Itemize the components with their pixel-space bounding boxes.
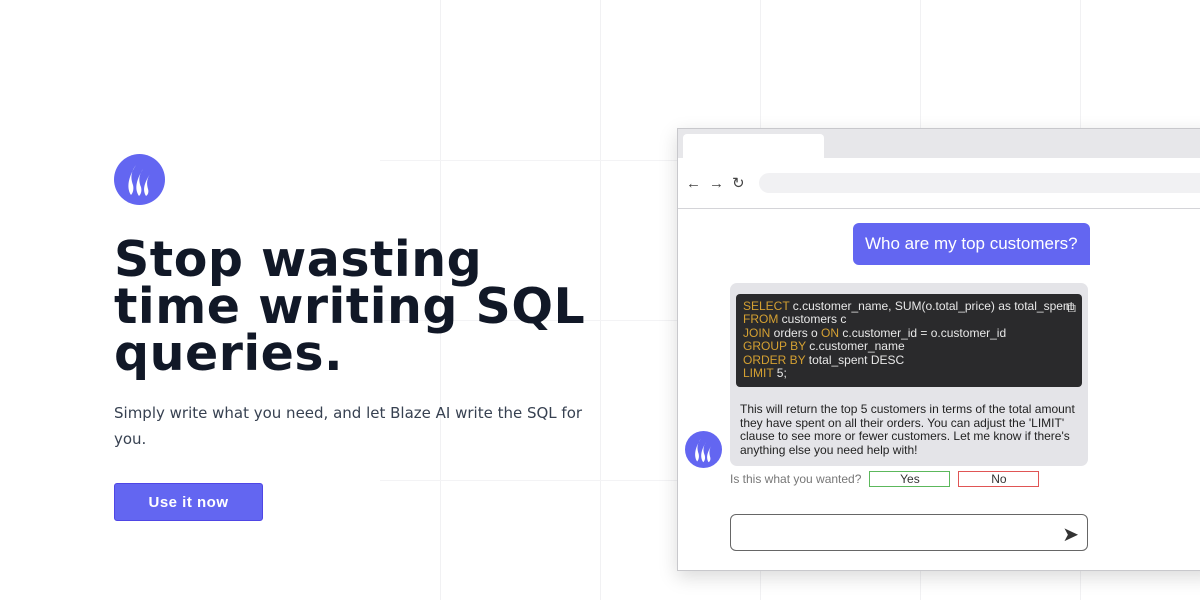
sql-code-block: SELECT c.customer_name, SUM(o.total_pric… bbox=[736, 294, 1082, 387]
hero-subtitle: Simply write what you need, and let Blaz… bbox=[114, 404, 583, 448]
grid-line bbox=[380, 480, 680, 481]
answer-text: This will return the top 5 customers in … bbox=[740, 402, 1075, 457]
address-bar[interactable] bbox=[758, 173, 1200, 193]
feedback-prompt: Is this what you wanted? bbox=[730, 472, 862, 486]
forward-icon[interactable]: → bbox=[709, 175, 724, 192]
browser-window: ← → ↻ Who are my top customers? SELECT c… bbox=[677, 128, 1200, 571]
feedback-row: Is this what you wanted? Yes No bbox=[730, 471, 1040, 487]
assistant-message: SELECT c.customer_name, SUM(o.total_pric… bbox=[730, 283, 1088, 466]
no-button[interactable]: No bbox=[958, 471, 1040, 487]
hero-title: Stop wasting time writing SQL queries. bbox=[114, 231, 586, 382]
use-it-now-button[interactable]: Use it now bbox=[114, 483, 263, 521]
flame-icon bbox=[694, 438, 712, 462]
yes-button[interactable]: Yes bbox=[869, 471, 951, 487]
code-line: LIMIT 5; bbox=[743, 366, 787, 381]
code-line: FROM customers c bbox=[743, 312, 847, 327]
assistant-avatar bbox=[685, 431, 722, 468]
chat-input[interactable]: ➤ bbox=[730, 514, 1088, 551]
tab-bar bbox=[678, 129, 1200, 158]
copy-icon[interactable]: ⧉ bbox=[1066, 300, 1076, 314]
flame-icon bbox=[127, 164, 150, 196]
send-icon[interactable]: ➤ bbox=[1062, 522, 1079, 547]
code-line: JOIN orders o ON c.customer_id = o.custo… bbox=[743, 325, 1007, 340]
blaze-logo bbox=[114, 154, 165, 205]
user-message: Who are my top customers? bbox=[853, 223, 1090, 265]
back-icon[interactable]: ← bbox=[686, 175, 701, 192]
reload-icon[interactable]: ↻ bbox=[732, 174, 745, 192]
grid-line bbox=[380, 160, 680, 161]
code-line: ORDER BY total_spent DESC bbox=[743, 352, 905, 367]
browser-toolbar: ← → ↻ bbox=[678, 158, 1200, 209]
code-line: SELECT c.customer_name, SUM(o.total_pric… bbox=[743, 299, 1073, 313]
grid-line bbox=[600, 0, 601, 600]
browser-tab[interactable] bbox=[683, 134, 824, 158]
code-line: GROUP BY c.customer_name bbox=[743, 339, 905, 354]
